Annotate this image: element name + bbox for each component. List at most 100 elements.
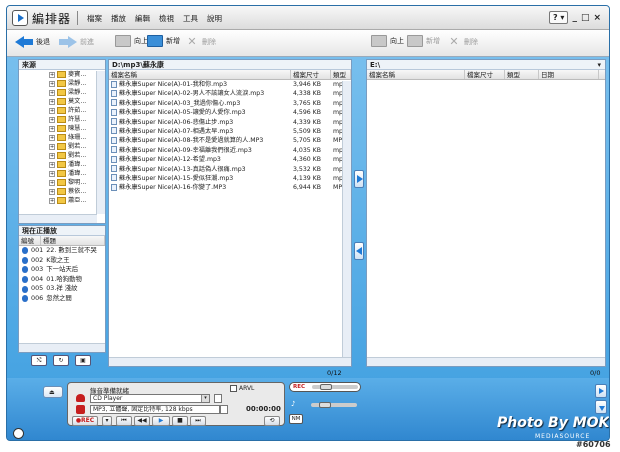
tree-folder-item[interactable]: + 麥寶... [19, 70, 105, 79]
right-path-bar[interactable]: E:\ ▾ [367, 60, 605, 70]
forward-button[interactable]: 前進 [59, 35, 94, 49]
expand-plus-icon[interactable]: + [49, 89, 55, 96]
tree-folder-item[interactable]: + 蕭亞... [19, 196, 105, 205]
app-play-icon[interactable] [12, 10, 28, 26]
col-filename[interactable]: 檔案名稱 [109, 70, 291, 79]
prev-track-button[interactable]: ⏮ [116, 416, 132, 426]
left-new-button[interactable]: 新增 [147, 35, 180, 47]
tree-hscrollbar[interactable] [19, 214, 97, 223]
right-up-button[interactable]: 向上 [371, 35, 404, 47]
source-options-button[interactable] [214, 394, 222, 403]
left-delete-button[interactable]: ✕ 刪除 [185, 35, 216, 49]
expand-plus-icon[interactable]: + [49, 179, 55, 186]
volume-knob[interactable] [319, 402, 331, 408]
tree-scrollbar[interactable] [96, 71, 105, 214]
expand-plus-icon[interactable]: + [49, 161, 55, 168]
file-row[interactable]: 蘇永康Super Nice(A)-09-幸福離我們很近.mp3 4,035 KB m… [109, 146, 351, 155]
expand-plus-icon[interactable]: + [49, 107, 55, 114]
dropdown-arrow-icon[interactable]: ▾ [597, 60, 601, 69]
format-options-button[interactable] [220, 405, 228, 414]
tree-folder-item[interactable]: + 蔡依... [19, 187, 105, 196]
now-playing-item[interactable]: 002 K歌之王 [19, 256, 105, 266]
menu-view[interactable]: 檢視 [159, 13, 174, 24]
volume-track[interactable] [311, 403, 357, 407]
right-delete-button[interactable]: ✕ 刪除 [447, 35, 478, 49]
tree-folder-item[interactable]: + 綠珊... [19, 133, 105, 142]
rec-level-knob[interactable] [320, 384, 332, 390]
arvl-checkbox[interactable] [230, 385, 237, 392]
send-down-button[interactable] [595, 400, 607, 414]
volume-bar[interactable]: ♪ [289, 400, 361, 410]
status-icon[interactable] [13, 428, 24, 439]
file-row[interactable]: 蘇永康Super Nice(A)-07-相遇太早.mp3 5,509 KB mp3 [109, 127, 351, 136]
rewind-button[interactable]: ◀◀ [134, 416, 150, 426]
close-button[interactable]: × [593, 13, 601, 23]
rec-level-bar[interactable]: REC [289, 382, 361, 392]
now-playing-item[interactable]: 006 忽然之間 [19, 294, 105, 304]
file-row[interactable]: 蘇永康Super Nice(A)-02-男人不該讓女人流淚.mp3 4,338 K… [109, 89, 351, 98]
play-button[interactable]: ▶ [152, 416, 170, 426]
col-type[interactable]: 類型 [505, 70, 539, 79]
col-filesize[interactable]: 檔案尺寸 [291, 70, 331, 79]
repeat-button[interactable]: ↻ [53, 355, 69, 366]
col-type[interactable]: 類型 [331, 70, 351, 79]
expand-plus-icon[interactable]: + [49, 143, 55, 150]
send-right-button[interactable] [595, 384, 607, 398]
menu-tools[interactable]: 工具 [183, 13, 198, 24]
chevron-down-icon[interactable]: ▾ [201, 395, 209, 402]
back-button[interactable]: 後退 [15, 35, 50, 49]
tree-folder-item[interactable]: + 劉若... [19, 151, 105, 160]
expand-plus-icon[interactable]: + [49, 197, 55, 204]
file-row[interactable]: 蘇永康Super Nice(A)-13-真話偽人很痛.mp3 3,532 KB mp… [109, 165, 351, 174]
file-row[interactable]: 蘇永康Super Nice(A)-05-讓愛的人愛你.mp3 4,596 KB mp… [109, 108, 351, 117]
now-playing-item[interactable]: 003 下一站天后 [19, 265, 105, 275]
col-title[interactable]: 標題 [41, 236, 105, 245]
shuffle-button[interactable]: ⤭ [31, 355, 47, 366]
next-track-button[interactable]: ⏭ [190, 416, 206, 426]
tree-folder-item[interactable]: + 陳慧... [19, 124, 105, 133]
expand-plus-icon[interactable]: + [49, 71, 55, 78]
tree-folder-item[interactable]: + 潘瑋... [19, 160, 105, 169]
file-row[interactable]: 蘇永康Super Nice(A)-15-愛似狂潮.mp3 4,139 KB mp3 [109, 174, 351, 183]
expand-plus-icon[interactable]: + [49, 80, 55, 87]
expand-plus-icon[interactable]: + [49, 188, 55, 195]
file-row[interactable]: 蘇永康Super Nice(A)-06-悲傷止步.mp3 4,339 KB mp3 [109, 118, 351, 127]
copy-right-button[interactable] [354, 170, 364, 188]
tree-folder-item[interactable]: + 梁靜... [19, 88, 105, 97]
col-filesize[interactable]: 檔案尺寸 [465, 70, 505, 79]
right-hscrollbar[interactable] [367, 357, 605, 366]
menu-play[interactable]: 播放 [111, 13, 126, 24]
col-date[interactable]: 日期 [539, 70, 599, 79]
tree-folder-item[interactable]: + 梁靜... [19, 79, 105, 88]
tree-folder-item[interactable]: + 潘瑋... [19, 169, 105, 178]
arvl-option[interactable]: ARVL [230, 385, 254, 392]
expand-plus-icon[interactable]: + [49, 170, 55, 177]
source-select[interactable]: CD Player ▾ [90, 394, 210, 403]
left-hscrollbar[interactable] [109, 357, 351, 366]
now-playing-item[interactable]: 005 03.祥 淺紋 [19, 284, 105, 294]
expand-plus-icon[interactable]: + [49, 134, 55, 141]
rec-level-track[interactable] [312, 385, 358, 389]
eject-button[interactable]: ⏏ [43, 386, 63, 398]
expand-plus-icon[interactable]: + [49, 116, 55, 123]
tree-folder-item[interactable]: + 劉若... [19, 142, 105, 151]
file-row[interactable]: 蘇永康Super Nice(A)-08-我不是愛過就算的人.MP3 5,705 K… [109, 136, 351, 145]
file-row[interactable]: 蘇永康Super Nice(A)-03_我過你傷心.mp3 3,765 KB mp3 [109, 99, 351, 108]
record-dropdown-button[interactable]: ▾ [102, 416, 112, 426]
col-number[interactable]: 編號 [19, 236, 41, 245]
file-row[interactable]: 蘇永康Super Nice(A)-16-你變了.MP3 6,944 KB MP3 [109, 183, 351, 192]
loop-button[interactable]: ⟲ [264, 416, 280, 426]
save-playlist-button[interactable]: ▣ [75, 355, 91, 366]
expand-plus-icon[interactable]: + [49, 125, 55, 132]
left-vscrollbar[interactable] [342, 81, 351, 357]
tree-folder-item[interactable]: + 許茹... [19, 106, 105, 115]
copy-left-button[interactable] [354, 242, 364, 260]
menu-help[interactable]: 說明 [207, 13, 222, 24]
nm-button[interactable]: NM [289, 414, 303, 424]
menu-edit[interactable]: 編輯 [135, 13, 150, 24]
now-playing-item[interactable]: 001 22. 數到三就不哭 [19, 246, 105, 256]
right-new-button[interactable]: 新增 [407, 35, 440, 47]
help-button[interactable]: ? ▾ [548, 11, 569, 24]
menu-file[interactable]: 檔案 [87, 13, 102, 24]
format-select[interactable]: MP3, 立體聲, 固定比特率, 128 kbps [90, 405, 220, 414]
